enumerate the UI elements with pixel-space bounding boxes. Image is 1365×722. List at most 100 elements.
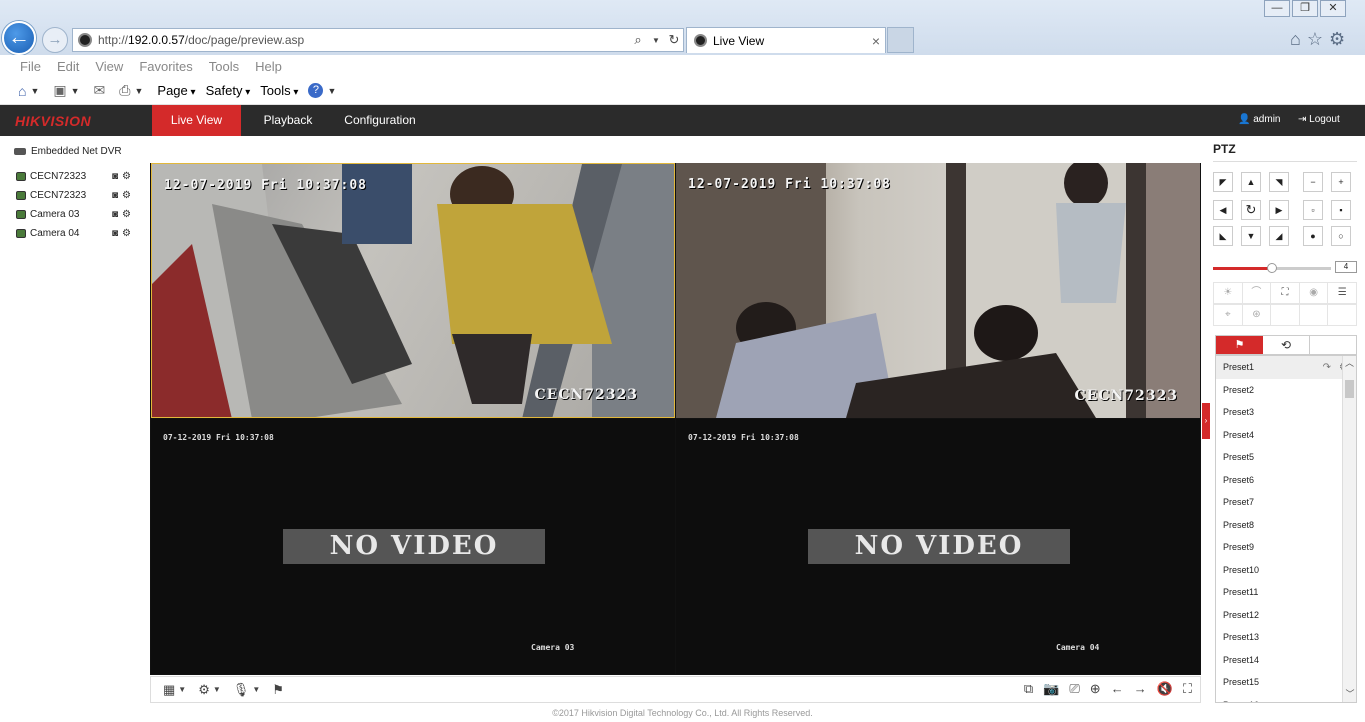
menu-tools[interactable]: Tools [209,59,239,74]
print-icon[interactable]: ⎙ [119,82,130,99]
command-safety[interactable]: Safety [206,83,251,98]
focus-far-icon[interactable]: ▪ [1331,200,1351,220]
iris-open-icon[interactable]: ○ [1331,226,1351,246]
preset-item[interactable]: Preset8 [1216,514,1356,537]
camera-item[interactable]: CECN72323 ◙ ⚙ [16,169,131,183]
preset-scrollbar[interactable]: ︿ ﹀ [1342,356,1356,702]
user-menu[interactable]: 👤 admin [1238,114,1280,125]
video-window-4[interactable]: 07-12-2019 Fri 10:37:08 NO VIDEO Camera … [676,419,1200,674]
scroll-down-icon[interactable]: ﹀ [1343,687,1356,700]
chevron-down-icon[interactable]: ▼ [71,86,80,96]
home-icon[interactable]: ⌂ [1290,29,1301,50]
maximize-button[interactable]: ❐ [1292,0,1318,17]
new-tab-button[interactable] [887,27,914,53]
close-window-button[interactable]: ✕ [1320,0,1346,17]
iris-close-icon[interactable]: ● [1303,226,1323,246]
plugin-icon[interactable]: ⚑ [272,682,284,698]
preset-item[interactable]: Preset1↷⚙ [1216,356,1356,379]
help-icon[interactable]: ? [308,83,324,98]
stream-type-icon[interactable]: ⚙ [198,682,210,698]
scroll-up-icon[interactable]: ︿ [1343,356,1356,370]
ptz-up-button[interactable]: ▲ [1241,172,1261,192]
menu-help[interactable]: Help [255,59,282,74]
light-icon[interactable]: ☀ [1214,283,1243,303]
browser-tab-live-view[interactable]: Live View × [686,27,886,53]
record-icon[interactable]: ◙ [112,190,118,201]
preset-item[interactable]: Preset10 [1216,559,1356,582]
menu-view[interactable]: View [95,59,123,74]
ptz-down-button[interactable]: ▼ [1241,226,1261,246]
camera-item[interactable]: Camera 04 ◙ ⚙ [16,226,131,240]
slider-handle[interactable] [1267,263,1277,273]
next-page-icon[interactable]: → [1134,681,1147,697]
preset-item[interactable]: Preset11 [1216,581,1356,604]
ptz-right-button[interactable]: ▶ [1269,200,1289,220]
3d-zoom-icon[interactable]: ⊛ [1243,305,1272,325]
zoom-in-icon[interactable]: + [1331,172,1351,192]
ptz-down-right-button[interactable]: ◢ [1269,226,1289,246]
menu-file[interactable]: File [20,59,41,74]
preset-item[interactable]: Preset13 [1216,626,1356,649]
chevron-down-icon[interactable]: ▼ [178,685,186,694]
ptz-up-left-button[interactable]: ◤ [1213,172,1233,192]
chevron-down-icon[interactable]: ▼ [252,685,260,694]
panel-collapse-handle[interactable]: › [1202,403,1210,439]
manual-tracking-icon[interactable]: ⌖ [1214,305,1243,325]
microphone-icon[interactable]: 🎙 [233,682,250,698]
record-icon[interactable]: ◙ [112,171,118,182]
menu-favorites[interactable]: Favorites [139,59,192,74]
preset-item[interactable]: Preset12 [1216,604,1356,627]
preset-item[interactable]: Preset16 [1216,694,1356,702]
camera-item[interactable]: CECN72323 ◙ ⚙ [16,188,131,202]
ptz-auto-button[interactable]: ↻ [1241,200,1261,220]
ptz-icon[interactable]: ⚙ [122,190,131,201]
menu-edit[interactable]: Edit [57,59,79,74]
preset-item[interactable]: Preset9 [1216,536,1356,559]
preset-item[interactable]: Preset15 [1216,671,1356,694]
preset-item[interactable]: Preset5 [1216,446,1356,469]
preset-item[interactable]: Preset14 [1216,649,1356,672]
zoom-icon[interactable]: ⊕ [1090,681,1101,697]
minimize-button[interactable]: — [1264,0,1290,17]
ptz-icon[interactable]: ⚙ [122,228,131,239]
address-bar[interactable]: http://192.0.0.57/doc/page/preview.asp ⌕… [72,28,684,52]
record-all-icon[interactable]: ⎚ [1069,681,1079,697]
capture-icon[interactable]: 📷 [1043,681,1059,697]
ptz-icon[interactable]: ⚙ [122,171,131,182]
address-url[interactable]: http://192.0.0.57/doc/page/preview.asp [98,33,629,47]
chevron-down-icon[interactable]: ▼ [327,86,336,96]
volume-muted-icon[interactable]: 🔇 [1157,681,1173,697]
menu-icon[interactable]: ☰ [1328,283,1356,303]
rss-feed-icon[interactable]: ▣ [53,82,66,99]
preset-item[interactable]: Preset6 [1216,469,1356,492]
window-layout-icon[interactable]: ▦ [163,682,175,698]
tab-configuration[interactable]: Configuration [339,105,421,136]
tab-patrol[interactable]: ⟲ [1263,336,1310,354]
refresh-icon[interactable]: ↻ [665,32,683,48]
lens-init-icon[interactable]: ◉ [1300,283,1329,303]
mail-icon[interactable]: ✉ [94,82,106,99]
logout-button[interactable]: ⇥ Logout [1298,114,1340,125]
call-preset-icon[interactable]: ↷ [1323,362,1331,373]
command-tools[interactable]: Tools [260,83,298,98]
tab-preset[interactable]: ⚑ [1216,336,1263,354]
zoom-out-icon[interactable]: − [1303,172,1323,192]
preset-item[interactable]: Preset7 [1216,491,1356,514]
tab-live-view[interactable]: Live View [152,105,241,136]
chevron-down-icon[interactable]: ▼ [134,86,143,96]
auxiliary-focus-icon[interactable]: ⛶ [1271,283,1300,303]
video-window-2[interactable]: 12-07-2019 Fri 10:37:08 CECN72323 [676,163,1200,418]
ptz-left-button[interactable]: ◀ [1213,200,1233,220]
forward-button[interactable]: → [42,27,68,53]
ptz-down-left-button[interactable]: ◣ [1213,226,1233,246]
scroll-thumb[interactable] [1345,380,1354,398]
tab-playback[interactable]: Playback [254,105,322,136]
search-icon[interactable]: ⌕ [629,32,647,48]
stop-all-icon[interactable]: ⧉ [1024,681,1033,697]
camera-item[interactable]: Camera 03 ◙ ⚙ [16,207,131,221]
video-window-1[interactable]: 12-07-2019 Fri 10:37:08 CECN72323 [151,163,675,418]
back-button[interactable]: ← [2,21,36,55]
settings-gear-icon[interactable]: ⚙ [1329,29,1345,50]
wiper-icon[interactable]: ⌒ [1243,283,1272,303]
preset-item[interactable]: Preset4 [1216,424,1356,447]
